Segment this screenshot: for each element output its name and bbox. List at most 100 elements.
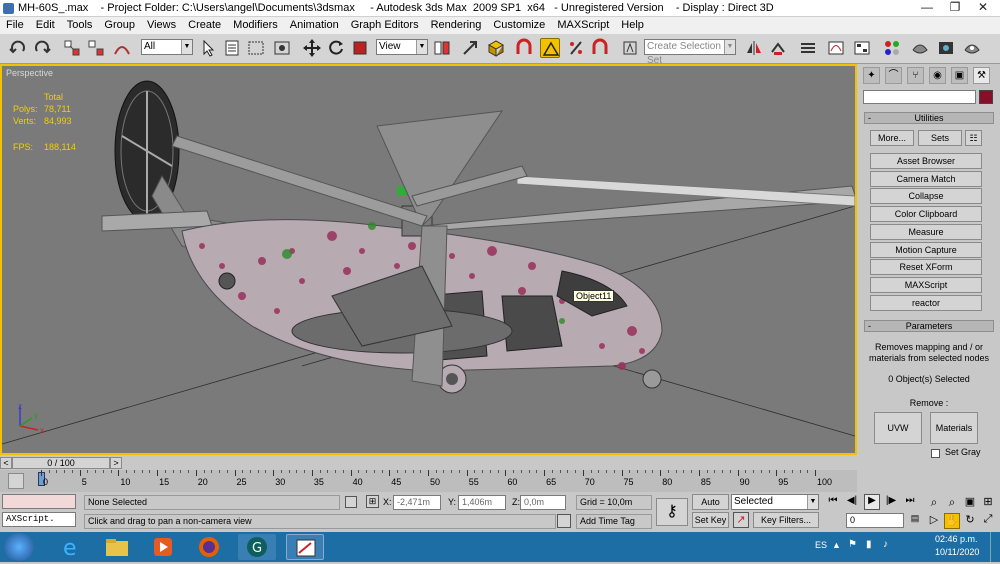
lock-selection-icon[interactable] xyxy=(345,496,357,508)
show-desktop-button[interactable] xyxy=(990,532,1000,562)
collapse-button[interactable]: Collapse xyxy=(870,188,982,204)
absolute-mode-icon[interactable]: ⊞ xyxy=(366,495,379,508)
align-icon[interactable] xyxy=(768,38,788,58)
3dsmax-taskbar-icon[interactable]: G xyxy=(238,534,276,560)
unlink-icon[interactable] xyxy=(86,38,106,58)
prev-frame-button[interactable]: < xyxy=(0,457,12,469)
utilities-rollout-header[interactable]: - Utilities xyxy=(864,112,994,124)
selection-filter-dropdown[interactable]: All ▼ xyxy=(141,39,193,55)
redo-icon[interactable] xyxy=(32,38,52,58)
menu-modifiers[interactable]: Modifiers xyxy=(227,17,284,34)
time-configuration-icon[interactable]: ▤ xyxy=(908,513,922,527)
asset-browser-button[interactable]: Asset Browser xyxy=(870,153,982,169)
menu-graph-editors[interactable]: Graph Editors xyxy=(345,17,425,34)
volume-icon[interactable]: ♪ xyxy=(883,539,888,550)
menu-customize[interactable]: Customize xyxy=(487,17,551,34)
add-time-tag-button[interactable]: Add Time Tag xyxy=(576,514,652,529)
maximize-viewport-icon[interactable]: ⤢ xyxy=(980,513,996,529)
next-frame-button[interactable]: > xyxy=(110,457,122,469)
percent-snap-icon[interactable] xyxy=(566,38,586,58)
select-manipulate-icon[interactable] xyxy=(460,38,480,58)
reference-coordinate-dropdown[interactable]: View ▼ xyxy=(376,39,428,55)
materials-button[interactable]: Materials xyxy=(930,412,978,444)
time-slider[interactable]: < 0 / 100 > xyxy=(0,455,857,470)
menu-create[interactable]: Create xyxy=(182,17,227,34)
mini-curve-editor-icon[interactable] xyxy=(8,473,24,489)
undo-icon[interactable] xyxy=(8,38,28,58)
goto-end-icon[interactable]: ⏭ xyxy=(903,495,917,509)
motion-tab-icon[interactable]: ◉ xyxy=(929,67,946,84)
create-tab-icon[interactable]: ✦ xyxy=(863,67,880,84)
hierarchy-tab-icon[interactable]: ⑂ xyxy=(907,67,924,84)
perspective-viewport[interactable]: Perspective Total Polys: 78,711 Verts: 8… xyxy=(0,64,857,455)
set-key-button[interactable]: Set Key xyxy=(692,512,729,528)
start-button-icon[interactable] xyxy=(4,533,34,561)
tray-chevron-icon[interactable]: ▲ xyxy=(832,540,841,550)
snaps-toggle-icon[interactable] xyxy=(514,38,534,58)
clock-date[interactable]: 10/11/2020 xyxy=(935,547,979,557)
select-link-icon[interactable] xyxy=(62,38,82,58)
reset-xform-button[interactable]: Reset XForm xyxy=(870,259,982,275)
material-editor-icon[interactable] xyxy=(882,38,902,58)
render-production-icon[interactable] xyxy=(962,38,982,58)
schematic-view-icon[interactable] xyxy=(852,38,872,58)
motion-capture-button[interactable]: Motion Capture xyxy=(870,242,982,258)
render-setup-icon[interactable] xyxy=(910,38,930,58)
default-tangent-icon[interactable]: ↗ xyxy=(733,512,749,528)
select-object-icon[interactable] xyxy=(198,38,218,58)
internet-explorer-icon[interactable]: e xyxy=(52,534,90,561)
goto-start-icon[interactable]: ⏮ xyxy=(826,495,840,509)
time-slider-thumb[interactable]: 0 / 100 xyxy=(12,457,110,469)
scale-icon[interactable] xyxy=(350,38,370,58)
media-player-icon[interactable] xyxy=(144,534,182,560)
curve-editor-icon[interactable] xyxy=(826,38,846,58)
firefox-icon[interactable] xyxy=(190,534,228,560)
object-color-swatch[interactable] xyxy=(979,90,993,104)
menu-tools[interactable]: Tools xyxy=(61,17,99,34)
next-frame-icon[interactable]: |▶ xyxy=(884,495,898,509)
edit-named-selection-icon[interactable] xyxy=(620,38,640,58)
restore-button[interactable]: ❐ xyxy=(941,0,969,16)
minimize-button[interactable]: — xyxy=(913,0,941,16)
parameters-rollout-header[interactable]: - Parameters xyxy=(864,320,994,332)
rendered-frame-window-icon[interactable] xyxy=(936,38,956,58)
configure-sets-icon[interactable]: ☷ xyxy=(965,130,982,146)
display-tab-icon[interactable]: ▣ xyxy=(951,67,968,84)
spinner-snap-icon[interactable] xyxy=(590,38,610,58)
object-name-field[interactable] xyxy=(863,90,976,104)
menu-help[interactable]: Help xyxy=(615,17,650,34)
close-button[interactable]: ✕ xyxy=(969,0,997,16)
track-bar[interactable]: 0 5 10 15 20 25 30 35 40 45 50 55 60 65 70 75 80 85 90 95 10… xyxy=(0,470,857,492)
current-frame-field[interactable]: 0 xyxy=(846,513,904,528)
paint-app-icon[interactable] xyxy=(286,534,324,560)
select-by-name-icon[interactable] xyxy=(222,38,242,58)
menu-rendering[interactable]: Rendering xyxy=(425,17,488,34)
camera-match-button[interactable]: Camera Match xyxy=(870,171,982,187)
angle-snap-icon[interactable] xyxy=(540,38,560,58)
keyboard-shortcut-icon[interactable] xyxy=(486,38,506,58)
move-icon[interactable] xyxy=(302,38,322,58)
rotate-icon[interactable] xyxy=(326,38,346,58)
zoom-icon[interactable]: ⌕ xyxy=(926,495,942,511)
tray-flag-icon[interactable]: ⚑ xyxy=(848,539,857,550)
previous-frame-icon[interactable]: ◀| xyxy=(845,495,859,509)
clock-time[interactable]: 02:46 p.m. xyxy=(935,534,978,544)
window-crossing-icon[interactable] xyxy=(272,38,292,58)
uvw-button[interactable]: UVW xyxy=(874,412,922,444)
pan-view-icon[interactable]: ✋ xyxy=(944,513,960,529)
maxscript-listener-mini[interactable] xyxy=(2,494,76,509)
menu-views[interactable]: Views xyxy=(141,17,182,34)
viewport-label[interactable]: Perspective xyxy=(6,68,53,78)
more-button[interactable]: More... xyxy=(870,130,914,146)
color-clipboard-button[interactable]: Color Clipboard xyxy=(870,206,982,222)
time-tag-icon[interactable] xyxy=(557,514,571,528)
z-coordinate-field[interactable]: 0,0m xyxy=(520,495,566,510)
y-coordinate-field[interactable]: 1,406m xyxy=(458,495,506,510)
menu-edit[interactable]: Edit xyxy=(30,17,61,34)
maxscript-input[interactable]: AXScript. xyxy=(2,512,76,527)
menu-group[interactable]: Group xyxy=(98,17,141,34)
language-indicator[interactable]: ES xyxy=(815,540,827,550)
named-selection-dropdown[interactable]: Create Selection Set ▼ xyxy=(644,39,736,66)
modify-tab-icon[interactable]: ⌒ xyxy=(885,67,902,84)
x-coordinate-field[interactable]: -2,471m xyxy=(393,495,441,510)
